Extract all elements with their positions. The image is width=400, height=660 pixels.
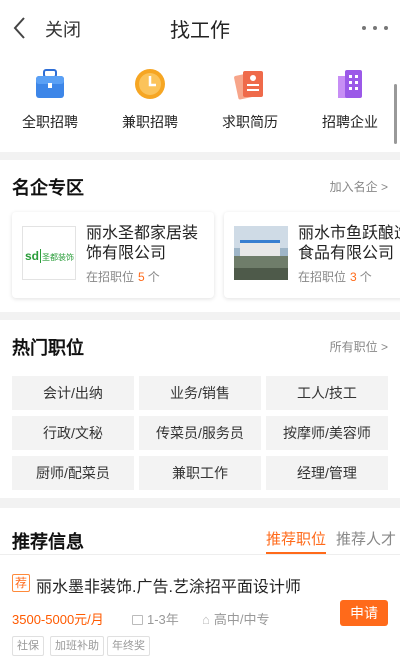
tab-recommended-talent[interactable]: 推荐人才 <box>336 528 396 549</box>
company-card[interactable]: sd 圣都装饰 丽水圣都家居装饰有限公司 在招职位 5 个 <box>12 212 214 298</box>
quick-label: 求职简历 <box>222 114 278 130</box>
all-jobs-link[interactable]: 所有职位 > <box>330 338 388 355</box>
job-tag: 社保 <box>12 636 44 656</box>
more-options-icon[interactable] <box>360 16 390 38</box>
divider <box>0 554 400 555</box>
hot-job-item[interactable]: 工人/技工 <box>266 376 388 410</box>
quick-resume[interactable]: 求职简历 <box>205 66 295 132</box>
section-title: 热门职位 <box>12 338 84 358</box>
job-salary: 3500-5000元/月 <box>12 612 104 627</box>
top-bar: 关闭 找工作 <box>0 0 400 56</box>
quick-label: 兼职招聘 <box>122 114 178 130</box>
tab-recommended-jobs[interactable]: 推荐职位 <box>266 528 326 549</box>
company-section: 名企专区 加入名企 > sd 圣都装饰 丽水圣都家居装饰有限公司 在招职位 5 个 <box>0 160 400 312</box>
job-education: ⌂ 高中/中专 <box>202 612 270 627</box>
hot-job-item[interactable]: 兼职工作 <box>139 456 261 490</box>
quick-part-time[interactable]: 兼职招聘 <box>105 66 195 132</box>
page-title: 找工作 <box>170 20 230 42</box>
job-tag: 年终奖 <box>107 636 150 656</box>
job-title[interactable]: 丽水墨非装饰.广告.艺涂招平面设计师 <box>36 573 301 597</box>
hot-job-item[interactable]: 经理/管理 <box>266 456 388 490</box>
building-icon <box>332 66 368 102</box>
hot-job-item[interactable]: 传菜员/服务员 <box>139 416 261 450</box>
calendar-icon <box>132 615 143 625</box>
hot-job-item[interactable]: 业务/销售 <box>139 376 261 410</box>
company-name: 丽水圣都家居装饰有限公司 <box>86 225 199 262</box>
graduation-cap-icon: ⌂ <box>202 612 210 627</box>
svg-text:圣都装饰: 圣都装饰 <box>42 252 74 262</box>
quick-menu: 全职招聘 兼职招聘 求职简历 招聘企业 <box>0 56 400 152</box>
company-card[interactable]: 丽水市鱼跃酿造食品有限公司 在招职位 3 个 <box>224 212 400 298</box>
hot-job-item[interactable]: 厨师/配菜员 <box>12 456 134 490</box>
company-name: 丽水市鱼跃酿造食品有限公司 <box>298 225 400 262</box>
hiring-count: 在招职位 5 个 <box>86 270 160 284</box>
clock-icon <box>132 66 168 102</box>
quick-companies[interactable]: 招聘企业 <box>305 66 395 132</box>
svg-text:sd: sd <box>25 249 39 263</box>
join-companies-link[interactable]: 加入名企 > <box>330 178 388 195</box>
company-logo: sd 圣都装饰 <box>22 226 76 280</box>
resume-icon <box>232 66 268 102</box>
quick-full-time[interactable]: 全职招聘 <box>5 66 95 132</box>
hiring-count: 在招职位 3 个 <box>298 270 372 284</box>
job-tag: 加班补助 <box>50 636 104 656</box>
recommended-badge: 荐 <box>12 574 30 592</box>
job-experience: 1-3年 <box>132 609 179 628</box>
hot-job-item[interactable]: 按摩师/美容师 <box>266 416 388 450</box>
hot-job-item[interactable]: 会计/出纳 <box>12 376 134 410</box>
hot-job-item[interactable]: 行政/文秘 <box>12 416 134 450</box>
section-title: 名企专区 <box>12 178 84 198</box>
apply-button[interactable]: 申请 <box>340 600 388 626</box>
company-photo <box>234 226 288 280</box>
hot-jobs-section: 热门职位 所有职位 > 会计/出纳 业务/销售 工人/技工 行政/文秘 传菜员/… <box>0 320 400 498</box>
scrollbar[interactable] <box>394 84 397 144</box>
quick-label: 招聘企业 <box>322 114 378 130</box>
section-title: 推荐信息 <box>12 532 84 552</box>
briefcase-icon <box>32 66 68 102</box>
quick-label: 全职招聘 <box>22 114 78 130</box>
